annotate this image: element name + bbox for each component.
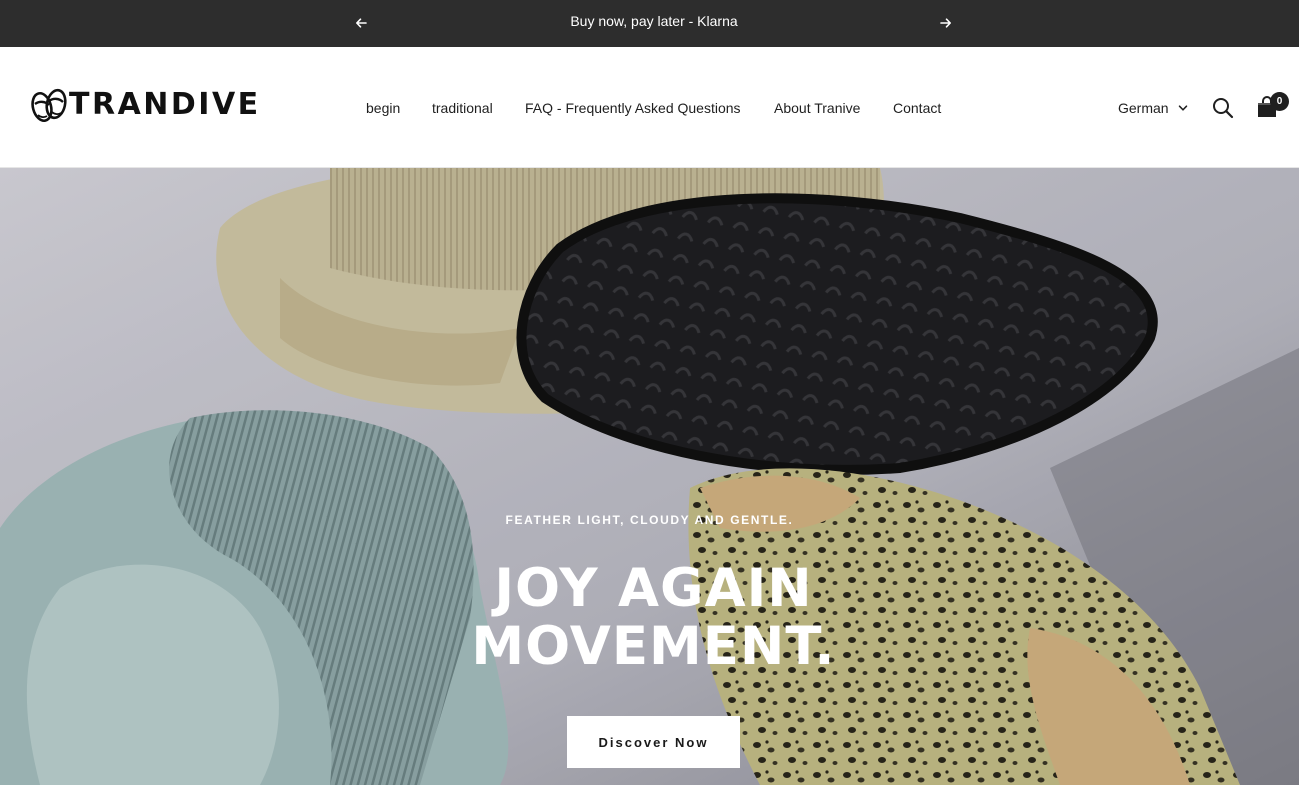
- sandals-logo-icon: [31, 88, 67, 123]
- chevron-down-icon: [1178, 105, 1187, 111]
- discover-now-button[interactable]: Discover Now: [567, 716, 740, 768]
- arrow-right-icon: [940, 18, 951, 28]
- search-icon: [1213, 98, 1234, 119]
- arrow-left-icon: [356, 18, 367, 28]
- hero-headline-line1: JOY AGAIN: [494, 558, 813, 619]
- brand-logo-text: TRANDIVE: [69, 87, 261, 122]
- nav-item-begin[interactable]: begin: [366, 99, 400, 117]
- announcement-prev-button[interactable]: [350, 12, 372, 34]
- nav-item-faq[interactable]: FAQ - Frequently Asked Questions: [525, 99, 741, 117]
- hero-headline-line2: MOVEMENT.: [471, 616, 836, 677]
- announcement-message[interactable]: Buy now, pay later - Klarna: [454, 13, 854, 29]
- cart-count-badge: 0: [1270, 92, 1289, 111]
- hero-overlay: [0, 168, 1299, 785]
- nav-item-about[interactable]: About Tranive: [774, 99, 860, 117]
- site-header: TRANDIVE begin traditional FAQ - Frequen…: [0, 47, 1299, 168]
- hero-headline: JOY AGAIN MOVEMENT.: [0, 560, 1299, 676]
- hero-eyebrow: FEATHER LIGHT, CLOUDY AND GENTLE.: [505, 513, 794, 527]
- announcement-bar: Buy now, pay later - Klarna: [0, 0, 1299, 47]
- language-selector-label: German: [1118, 100, 1169, 116]
- hero-banner: FEATHER LIGHT, CLOUDY AND GENTLE. JOY AG…: [0, 168, 1299, 785]
- brand-logo[interactable]: TRANDIVE: [30, 85, 261, 125]
- search-button[interactable]: [1212, 97, 1234, 119]
- nav-item-traditional[interactable]: traditional: [432, 99, 493, 117]
- announcement-next-button[interactable]: [935, 12, 957, 34]
- language-selector[interactable]: German: [1118, 99, 1188, 117]
- nav-item-contact[interactable]: Contact: [893, 99, 941, 117]
